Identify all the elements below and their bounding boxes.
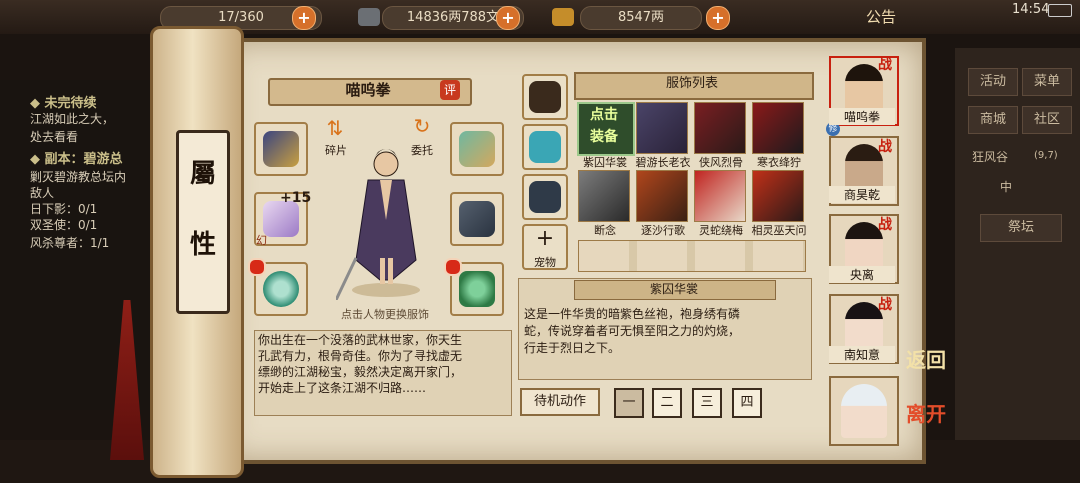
scroll-weapon-icon — [263, 201, 299, 237]
leave-button[interactable]: 离开 — [906, 404, 946, 444]
armor-icon — [263, 131, 299, 167]
hat-icon — [529, 81, 561, 113]
phantom-mark: 幻 — [256, 234, 267, 247]
notice-button[interactable]: 公告 — [866, 6, 896, 27]
cloth-item-label: 碧游长老衣 — [635, 156, 691, 169]
add-gold-button[interactable]: + — [706, 6, 730, 30]
idle-action-label: 待机动作 — [520, 388, 600, 416]
party-member-name: 喵呜拳 — [829, 108, 895, 125]
silver-icon — [358, 8, 380, 26]
compass: 中 — [1000, 180, 1013, 194]
gold-icon — [552, 8, 574, 26]
equip-slot-chest[interactable] — [450, 192, 504, 246]
attribute-tab[interactable]: 屬 性 — [176, 130, 230, 314]
category-belt[interactable] — [522, 174, 568, 220]
character-bio: 你出生在一个没落的武林世家，你天生 孔武有力，根骨奇佳。你为了寻找虚无 缥缈的江… — [258, 333, 463, 395]
quest-header: ◆ 未完待续 — [30, 96, 97, 111]
category-hat[interactable] — [522, 74, 568, 120]
alert-dot — [444, 258, 462, 276]
cloth-item-label: 灵蛇绕梅 — [699, 224, 743, 237]
character-sprite — [334, 149, 420, 301]
attribute-tab-char: 屬 — [189, 159, 216, 189]
alert-dot — [248, 258, 266, 276]
community-button[interactable]: 社区 — [1022, 106, 1072, 134]
activity-button[interactable]: 活动 — [968, 68, 1018, 96]
add-capacity-button[interactable]: + — [292, 6, 316, 30]
battery-icon — [1048, 4, 1072, 17]
cloth-item-label: 逐沙行歌 — [641, 224, 685, 237]
battle-badge: 战 — [878, 297, 892, 313]
cloth-item[interactable] — [636, 170, 688, 222]
quest-line: 日下影：0/1 — [30, 202, 98, 216]
quest-line: 处去看看 — [30, 130, 79, 144]
rate-button[interactable]: 评 — [440, 80, 460, 100]
cloth-item[interactable] — [694, 170, 746, 222]
quest-line: 江湖如此之大， — [30, 112, 115, 126]
quest-line: 敌人 — [30, 186, 55, 200]
character-name: 喵呜拳 — [345, 81, 391, 99]
region-coords: (9,7) — [1034, 150, 1058, 161]
gold-display: 8547两 — [580, 6, 702, 30]
shop-button[interactable]: 商城 — [968, 106, 1018, 134]
entrust-icon[interactable]: ↻ — [410, 114, 434, 138]
cloth-item[interactable] — [578, 170, 630, 222]
battle-badge: 战 — [878, 139, 892, 155]
change-outfit-hint: 点击人物更换服饰 — [341, 308, 429, 321]
party-member-name: 商昊乾 — [829, 186, 895, 203]
menu-button[interactable]: 菜单 — [1022, 68, 1072, 96]
cloth-item-label: 断念 — [594, 224, 616, 237]
quest-line: 剿灭碧游教总坛内 — [30, 170, 127, 184]
jade-pendant-icon — [459, 271, 495, 307]
cloth-item-label: 紫囚华裳 — [583, 156, 627, 169]
idle-action-3[interactable]: 三 — [692, 388, 722, 418]
add-icon: + — [535, 226, 555, 251]
quest-line: 双圣使：0/1 — [30, 218, 98, 232]
pet-label: 宠物 — [534, 256, 556, 269]
mask-icon — [459, 131, 495, 167]
equip-slot-mask[interactable] — [450, 122, 504, 176]
idle-action-4[interactable]: 四 — [732, 388, 762, 418]
equip-button-label: 点击 装备 — [590, 107, 618, 145]
party-member-name: 央离 — [829, 266, 895, 283]
region-name: 狂风谷 — [972, 150, 1009, 164]
altar-button[interactable]: 祭坛 — [980, 214, 1062, 242]
cloth-item-label: 寒衣绛狞 — [757, 156, 801, 169]
belt-row[interactable] — [578, 240, 806, 272]
shard-icon[interactable]: ⇅ — [324, 116, 346, 140]
attribute-tab-char: 性 — [189, 230, 216, 260]
party-portrait[interactable] — [829, 376, 899, 446]
ring-icon — [263, 271, 299, 307]
clock: 14:54 — [1012, 2, 1050, 17]
belt-icon — [529, 181, 561, 213]
cloth-description: 这是一件华贵的暗紫色丝袍，袍身绣有磷 蛇，传说穿着者可无惧至阳之力的灼烧， 行走… — [524, 307, 741, 355]
selected-cloth-name: 紫囚华裳 — [649, 282, 698, 296]
cloth-item[interactable] — [636, 102, 688, 154]
cloth-item[interactable] — [694, 102, 746, 154]
battle-badge: 战 — [878, 57, 892, 73]
return-button[interactable]: 返回 — [906, 350, 946, 390]
cloth-item[interactable] — [752, 170, 804, 222]
equip-slot-armor[interactable] — [254, 122, 308, 176]
quest-line: 风杀尊者：1/1 — [30, 236, 110, 250]
category-scarf[interactable] — [522, 124, 568, 170]
add-silver-button[interactable]: + — [496, 6, 520, 30]
scarf-icon — [529, 131, 561, 163]
battle-badge: 战 — [878, 217, 892, 233]
upgrade-level: +15 — [280, 190, 312, 206]
clothing-list-title: 服饰列表 — [665, 76, 718, 91]
character-figure[interactable] — [334, 140, 436, 301]
chest-armor-icon — [459, 201, 495, 237]
cloth-item-label: 侠风烈骨 — [699, 156, 743, 169]
cloth-item-label: 相灵巫天问 — [751, 224, 807, 237]
avatar — [841, 384, 887, 438]
quest-header: ◆ 副本：碧游总 — [30, 152, 123, 167]
party-member-name: 南知意 — [829, 346, 895, 363]
idle-action-2[interactable]: 二 — [652, 388, 682, 418]
idle-action-1[interactable]: 一 — [614, 388, 644, 418]
cloth-item[interactable] — [752, 102, 804, 154]
